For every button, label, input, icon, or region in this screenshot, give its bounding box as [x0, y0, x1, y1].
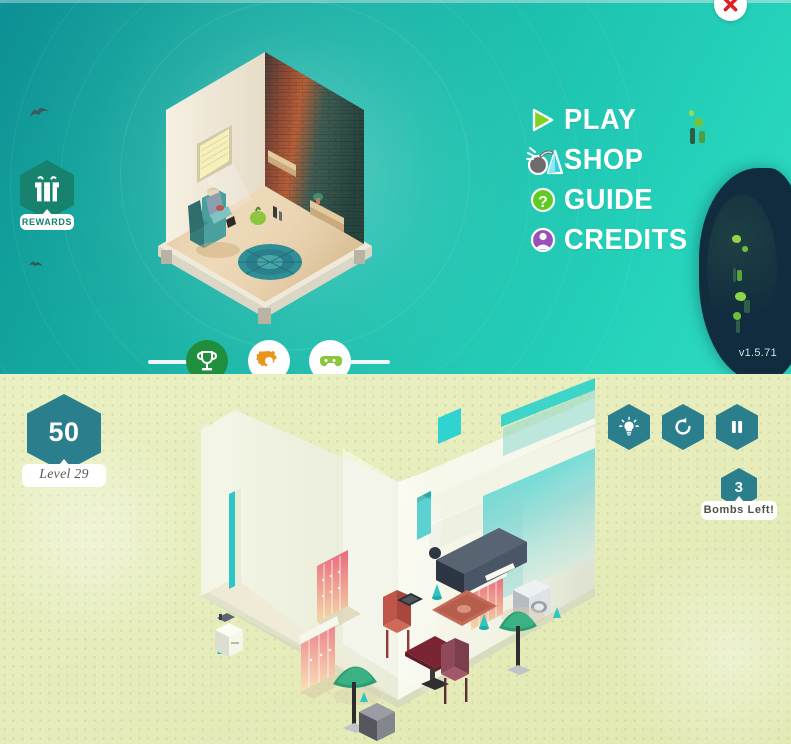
play-triangle-icon [524, 103, 564, 137]
close-button[interactable] [714, 0, 747, 21]
level-label: Level 29 [22, 459, 106, 487]
background-glow [600, 554, 791, 744]
settings-button[interactable] [248, 340, 290, 374]
hint-button[interactable] [608, 404, 650, 450]
restart-arrow-icon [662, 404, 704, 450]
menu-item-label: SHOP [564, 143, 644, 176]
question-mark-circle-icon: ? [524, 183, 564, 217]
gear-icon [256, 350, 277, 367]
foliage-decoration [744, 300, 750, 313]
gift-icon [32, 174, 62, 204]
menu-item-label: GUIDE [564, 183, 654, 216]
svg-text:?: ? [538, 194, 548, 211]
game-screenshot: REWARDS PLAY SHOP ? GUIDE CREDITS v1.5.7… [0, 0, 791, 744]
gamepad-icon [319, 355, 343, 367]
main-menu-list: PLAY SHOP ? GUIDE CREDITS [524, 100, 764, 260]
level-isometric-room-scene [183, 378, 613, 744]
pause-button[interactable] [716, 404, 758, 450]
achievements-button[interactable] [186, 340, 228, 374]
version-label: v1.5.71 [738, 347, 777, 359]
foliage-decoration [733, 312, 741, 320]
level-score-badge: 50 Level 29 [20, 394, 108, 494]
rewards-button[interactable]: REWARDS [14, 160, 80, 240]
game-center-button[interactable] [309, 340, 351, 374]
bar-divider-right [348, 360, 390, 364]
close-x-icon [723, 0, 738, 12]
trophy-icon [196, 351, 218, 371]
foliage-decoration [737, 270, 742, 281]
restart-button[interactable] [662, 404, 704, 450]
lightbulb-icon [608, 404, 650, 450]
menu-item-play[interactable]: PLAY [524, 100, 764, 140]
bomb-and-gem-icon [524, 143, 564, 177]
menu-item-guide[interactable]: ? GUIDE [524, 180, 764, 220]
menu-item-label: CREDITS [564, 223, 688, 256]
pause-bars-icon [716, 404, 758, 450]
game-level-screen: 50 Level 29 3 Bombs Left! [0, 374, 791, 744]
menu-item-credits[interactable]: CREDITS [524, 220, 764, 260]
bombs-left-label: Bombs Left! [701, 496, 777, 520]
menu-item-label: PLAY [564, 103, 637, 136]
bombs-left-indicator: 3 Bombs Left! [701, 468, 777, 530]
foliage-decoration [733, 268, 736, 282]
bar-divider-left [148, 360, 190, 364]
menu-bottom-bar [0, 340, 400, 374]
rewards-label: REWARDS [20, 209, 74, 230]
menu-item-shop[interactable]: SHOP [524, 140, 764, 180]
menu-isometric-room-scene [140, 40, 390, 325]
foliage-decoration [736, 320, 740, 333]
user-circle-icon [524, 223, 564, 257]
main-menu-screen: REWARDS PLAY SHOP ? GUIDE CREDITS v1.5.7… [0, 0, 791, 374]
